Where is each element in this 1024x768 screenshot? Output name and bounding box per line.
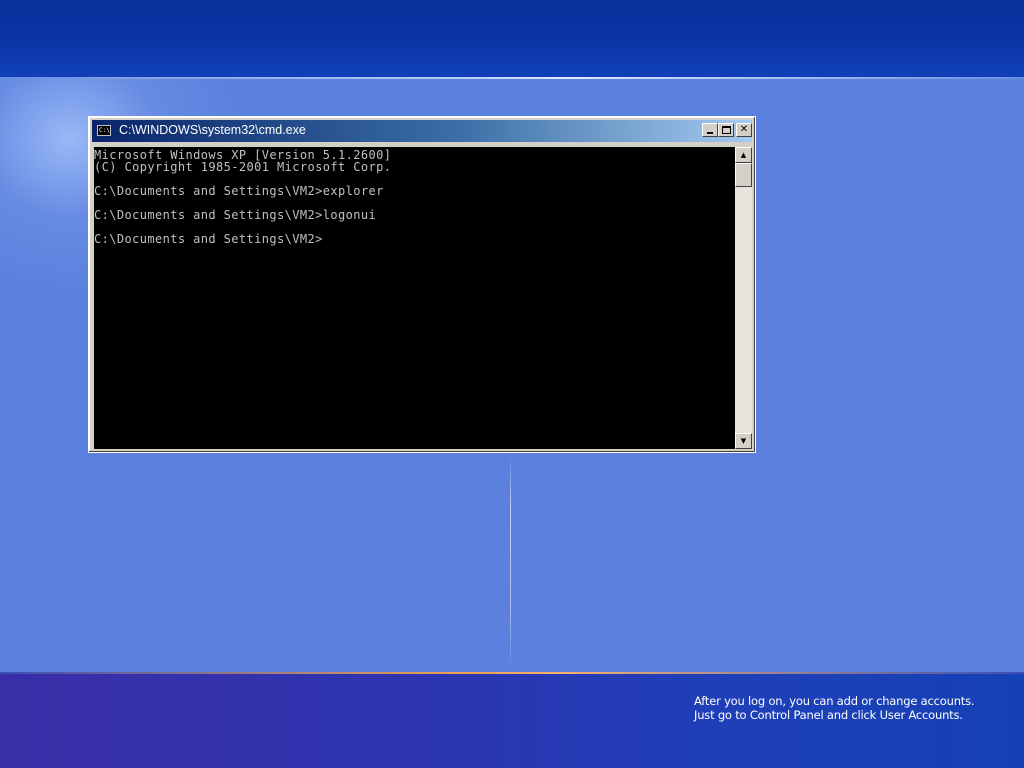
scroll-up-icon: ▲ [740, 151, 747, 159]
cmd-window[interactable]: C:\ C:\WINDOWS\system32\cmd.exe ✕ Micros… [88, 116, 756, 453]
console-prompt: C:\Documents and Settings\VM2> [94, 232, 323, 246]
scroll-thumb[interactable] [735, 163, 752, 187]
minimize-button[interactable] [702, 123, 718, 137]
cmd-icon[interactable]: C:\ [97, 125, 111, 136]
center-divider [510, 455, 511, 672]
top-band [0, 0, 1024, 77]
account-info-text: After you log on, you can add or change … [694, 694, 1014, 722]
close-icon: ✕ [739, 124, 749, 135]
console-line: (C) Copyright 1985-2001 Microsoft Corp. [94, 160, 392, 174]
logon-screen: After you log on, you can add or change … [0, 0, 1024, 768]
cmd-titlebar[interactable]: C:\ C:\WINDOWS\system32\cmd.exe ✕ [92, 120, 752, 142]
scroll-down-button[interactable]: ▼ [735, 433, 752, 449]
console-output[interactable]: Microsoft Windows XP [Version 5.1.2600] … [94, 147, 735, 449]
scroll-down-icon: ▼ [740, 437, 747, 445]
maximize-button[interactable] [718, 123, 734, 137]
window-title: C:\WINDOWS\system32\cmd.exe [119, 123, 306, 137]
minimize-icon [707, 132, 713, 134]
console-line: C:\Documents and Settings\VM2>logonui [94, 208, 377, 222]
vertical-scrollbar[interactable]: ▲ ▼ [735, 147, 752, 449]
account-info-line-2: Just go to Control Panel and click User … [694, 708, 963, 722]
scroll-up-button[interactable]: ▲ [735, 147, 752, 163]
maximize-icon [722, 126, 731, 134]
close-button[interactable]: ✕ [736, 123, 752, 137]
console-line: C:\Documents and Settings\VM2>explorer [94, 184, 384, 198]
account-info-line-1: After you log on, you can add or change … [694, 694, 975, 708]
